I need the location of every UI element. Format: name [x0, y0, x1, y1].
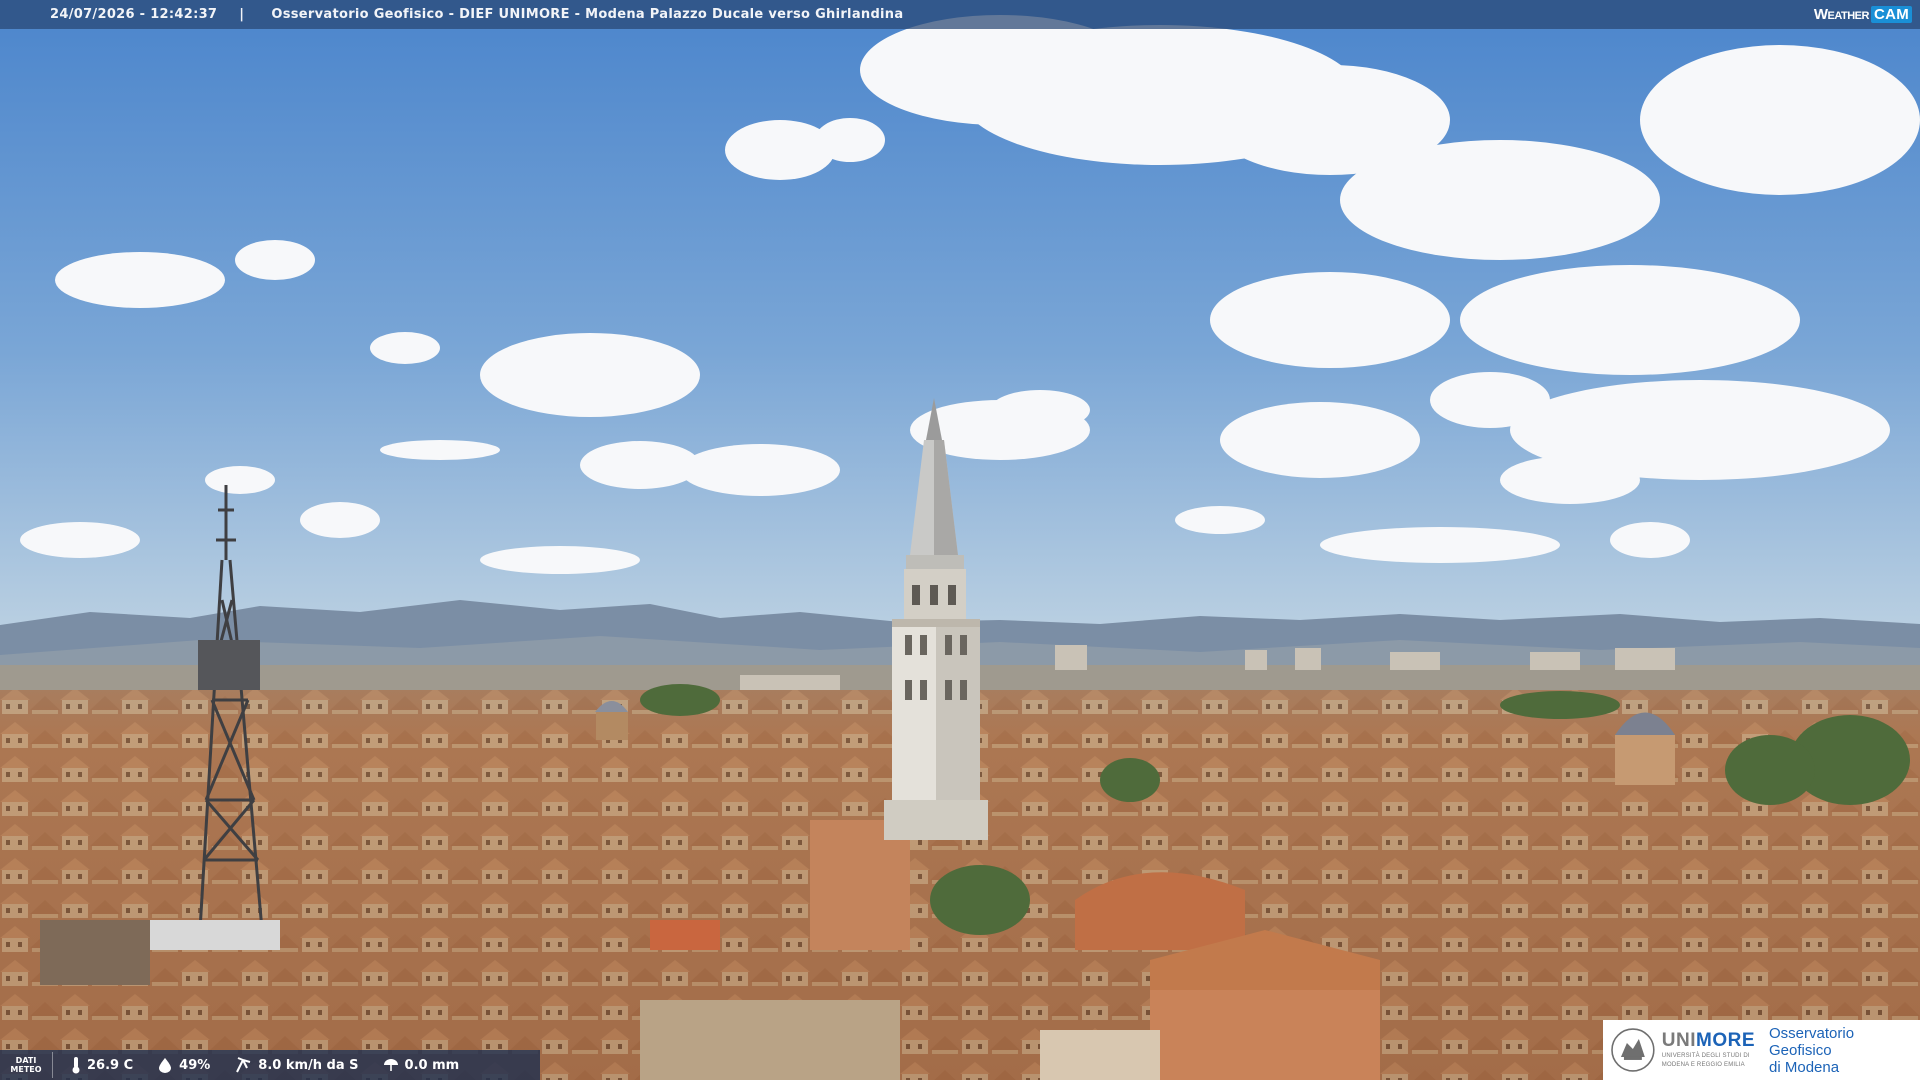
temperature-value: 26.9 C — [87, 1057, 134, 1073]
temperature-reading: 26.9 C — [71, 1056, 133, 1074]
wind-value: 8.0 km/h da S — [258, 1057, 359, 1073]
university-seal-icon — [1611, 1028, 1655, 1072]
wind-reading: 8.0 km/h da S — [234, 1057, 359, 1073]
timestamp: 24/07/2026 - 12:42:37 — [50, 7, 218, 22]
humidity-value: 49% — [179, 1057, 211, 1073]
wind-icon — [236, 1057, 251, 1073]
webcam-image — [0, 0, 1920, 1080]
weather-data-label: DATI METEO — [0, 1052, 53, 1078]
brand-weather: Weather — [1813, 6, 1870, 23]
unimore-logo-panel: UNIMORE UNIVERSITÀ DEGLI STUDI DI MODENA… — [1603, 1020, 1920, 1080]
rain-reading: 0.0 mm — [383, 1057, 460, 1073]
weather-data-bar: DATI METEO 26.9 C 49% 8.0 km/h da S 0.0 … — [0, 1050, 540, 1080]
rain-value: 0.0 mm — [404, 1057, 460, 1073]
camera-title: Osservatorio Geofisico - DIEF UNIMORE - … — [271, 7, 904, 22]
droplet-icon — [159, 1058, 172, 1073]
webcam-info-bar: 24/07/2026 - 12:42:37 | Osservatorio Geo… — [0, 0, 1920, 29]
brand-cam: CAM — [1870, 6, 1912, 23]
umbrella-icon — [383, 1059, 398, 1071]
thermometer-icon — [72, 1057, 80, 1074]
separator: | — [239, 7, 245, 22]
humidity-reading: 49% — [157, 1057, 210, 1073]
observatory-name: Osservatorio Geofisico di Modena — [1769, 1024, 1855, 1076]
unimore-wordmark: UNIMORE UNIVERSITÀ DEGLI STUDI DI MODENA… — [1661, 1030, 1756, 1069]
weathercam-logo: Weather CAM — [1814, 4, 1912, 25]
